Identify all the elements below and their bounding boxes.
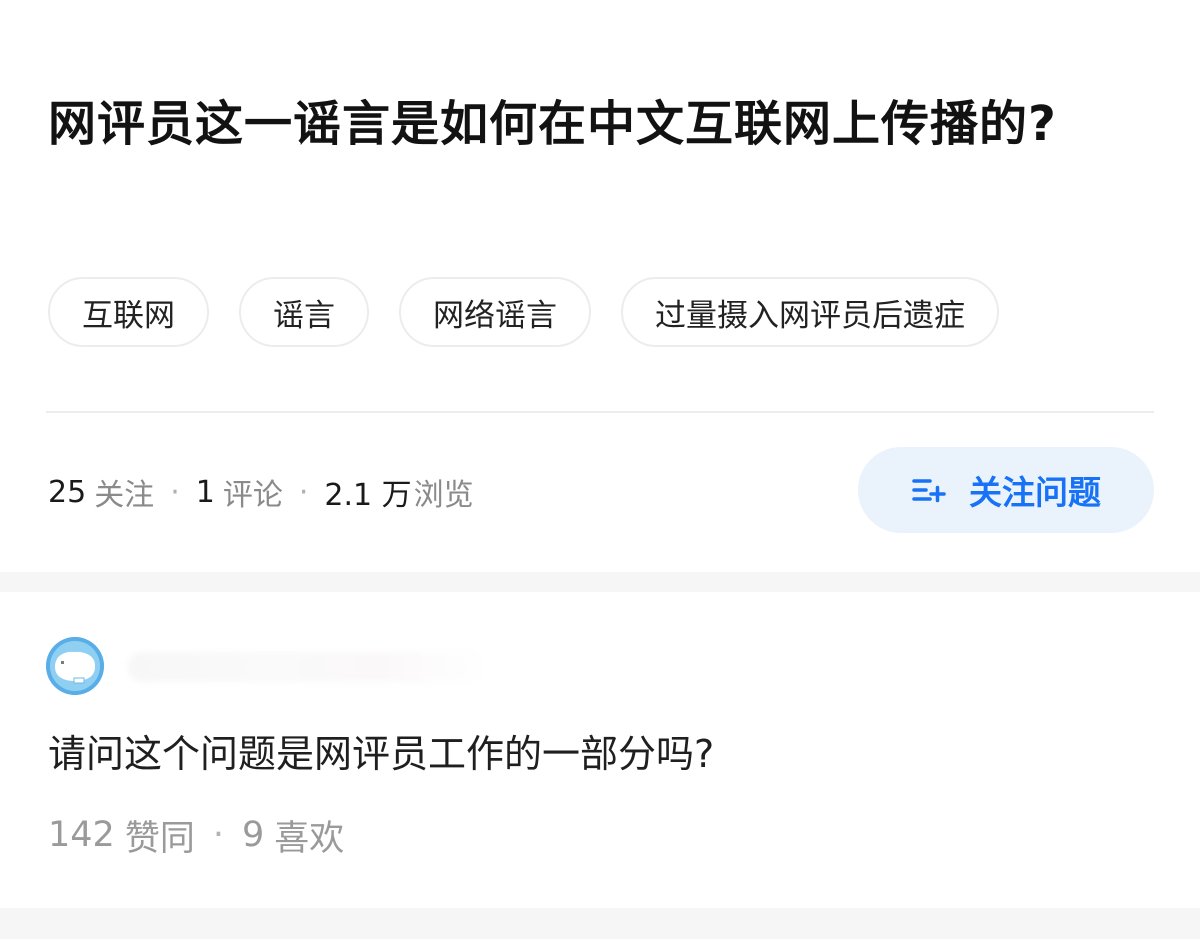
comment-card: 请问这个问题是网评员工作的一部分吗? 142 赞同 · 9 喜欢 [0,592,1200,908]
topic-tags: 互联网 谣言 网络谣言 过量摄入网评员后遗症 [48,277,999,347]
comments-label[interactable]: 评论 [223,470,283,514]
comment-text: 请问这个问题是网评员工作的一部分吗? [48,732,715,776]
followers-label: 关注 [94,478,155,513]
section-gap [0,572,1200,592]
favorites-count: 9 [241,815,265,855]
comment-meta: 142 赞同 · 9 喜欢 [48,810,344,860]
username-blurred [128,652,488,682]
avatar-icon[interactable] [46,637,104,695]
views-label: 浏览 [413,478,474,513]
follow-question-label: 关注问题 [969,473,1101,512]
question-stats: 25 关注 · 1 评论 · 2.1 万 浏览 [48,470,474,514]
meta-separator: · [212,815,224,855]
likes-count: 142 [48,815,115,855]
topic-tag[interactable]: 互联网 [48,277,209,347]
stats-separator: · [170,474,180,510]
section-gap-bottom [0,908,1200,939]
follow-question-button[interactable]: 关注问题 [858,447,1154,533]
likes-label[interactable]: 赞同 [125,810,195,861]
followers-count: 25 [48,474,87,510]
divider [46,411,1154,413]
comments-count[interactable]: 1 [196,475,215,510]
stats-separator: · [298,474,309,510]
favorites-label[interactable]: 喜欢 [274,810,344,861]
views-count: 2.1 万 [324,478,412,513]
question-card: 网评员这一谣言是如何在中文互联网上传播的? 互联网 谣言 网络谣言 过量摄入网评… [0,0,1200,572]
topic-tag[interactable]: 过量摄入网评员后遗症 [621,277,999,347]
question-title: 网评员这一谣言是如何在中文互联网上传播的? [48,96,1057,152]
topic-tag[interactable]: 网络谣言 [399,277,591,347]
add-follow-icon [911,472,947,508]
topic-tag[interactable]: 谣言 [239,277,369,347]
